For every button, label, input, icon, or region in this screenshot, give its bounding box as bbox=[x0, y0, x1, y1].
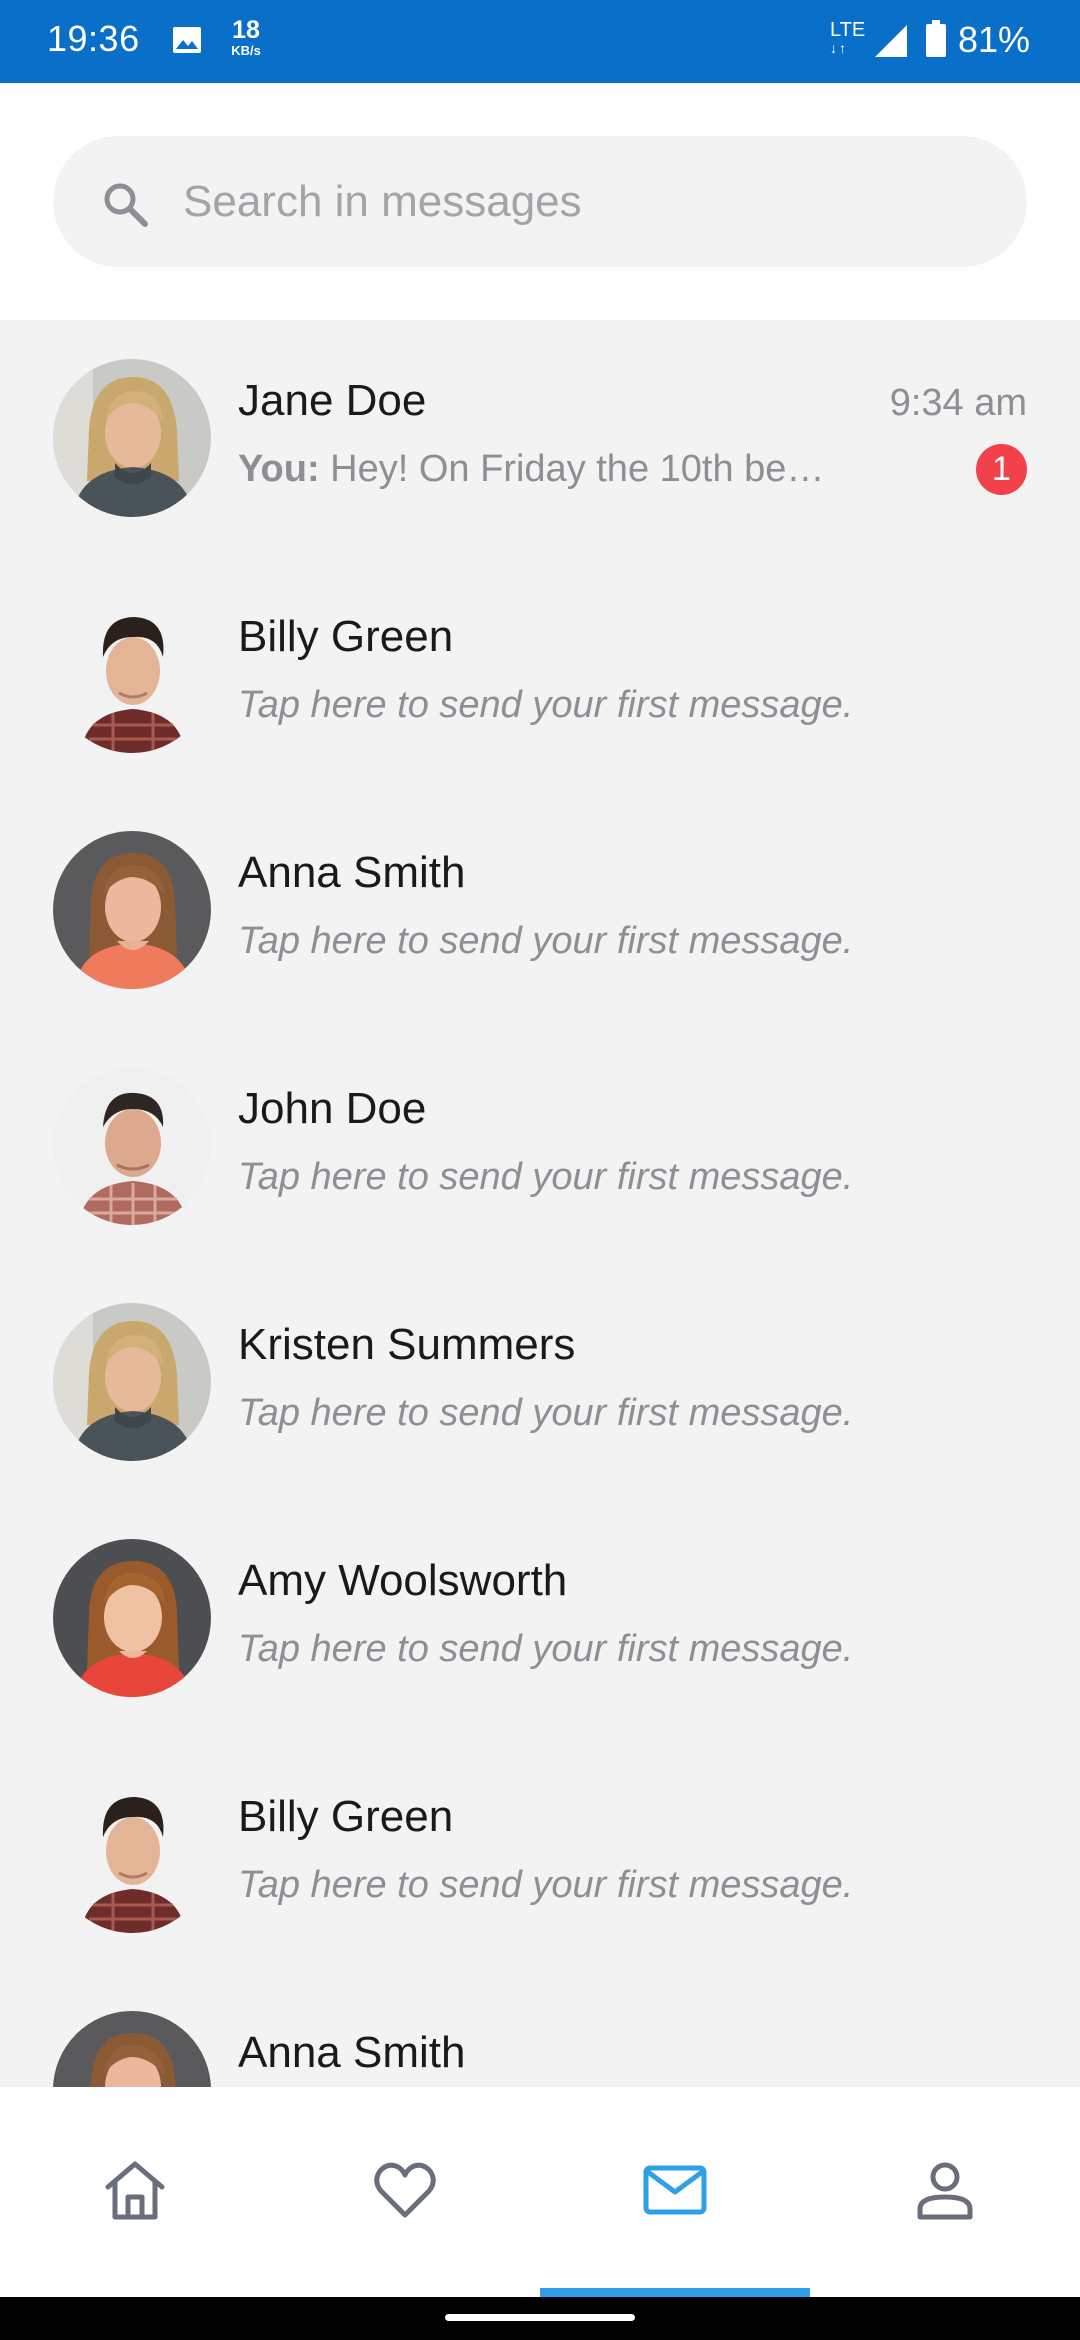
conversation-item[interactable]: Kristen Summers Tap here to send your fi… bbox=[0, 1264, 1080, 1500]
conversation-item[interactable]: Amy Woolsworth Tap here to send your fir… bbox=[0, 1500, 1080, 1736]
message-preview: Tap here to send your first message. bbox=[238, 684, 854, 726]
conversation-item[interactable]: John Doe Tap here to send your first mes… bbox=[0, 1028, 1080, 1264]
network-speed: 18 KB/s bbox=[231, 16, 261, 58]
active-tab-indicator bbox=[540, 2288, 810, 2297]
unread-badge: 1 bbox=[976, 444, 1027, 495]
contact-name: Anna Smith bbox=[238, 848, 466, 897]
message-preview: Tap here to send your first message. bbox=[238, 1864, 854, 1906]
battery-percent: 81% bbox=[958, 19, 1031, 60]
avatar bbox=[53, 1303, 211, 1461]
nav-messages[interactable] bbox=[540, 2087, 810, 2297]
avatar bbox=[53, 595, 211, 753]
avatar bbox=[53, 831, 211, 989]
conversation-item[interactable]: Anna Smith Tap here to send your first m… bbox=[0, 792, 1080, 1028]
mail-icon bbox=[643, 2165, 707, 2215]
search-bar[interactable] bbox=[53, 136, 1027, 267]
message-preview: You: Hey! On Friday the 10th be… bbox=[238, 448, 824, 491]
status-bar: 19:36 18 KB/s LTE ↓↑ 81% bbox=[0, 0, 1080, 83]
message-preview: Tap here to send your first message. bbox=[238, 1392, 854, 1434]
bottom-navigation bbox=[0, 2087, 1080, 2297]
conversation-item[interactable]: Billy Green Tap here to send your first … bbox=[0, 1736, 1080, 1972]
search-header bbox=[0, 83, 1080, 320]
conversation-item[interactable]: Jane Doe 9:34 am You: Hey! On Friday the… bbox=[0, 320, 1080, 556]
battery-icon bbox=[926, 20, 946, 57]
contact-name: Amy Woolsworth bbox=[238, 1556, 568, 1605]
heart-icon bbox=[374, 2162, 436, 2218]
contact-name: Billy Green bbox=[238, 612, 454, 661]
message-time: 9:34 am bbox=[889, 382, 1027, 424]
avatar bbox=[53, 359, 211, 517]
home-gesture-pill[interactable] bbox=[445, 2314, 635, 2321]
contact-name: Billy Green bbox=[238, 1792, 454, 1841]
contact-name: John Doe bbox=[238, 1084, 427, 1133]
message-preview-text: Hey! On Friday the 10th be… bbox=[330, 448, 825, 490]
contact-name: Jane Doe bbox=[238, 376, 427, 425]
avatar bbox=[53, 2011, 211, 2087]
search-icon bbox=[104, 183, 148, 227]
search-input[interactable] bbox=[183, 136, 1003, 267]
message-preview: Tap here to send your first message. bbox=[238, 1156, 854, 1198]
nav-home[interactable] bbox=[0, 2087, 270, 2297]
conversation-item[interactable]: Anna Smith bbox=[0, 1972, 1080, 2087]
avatar bbox=[53, 1539, 211, 1697]
nav-favorites[interactable] bbox=[270, 2087, 540, 2297]
conversation-list[interactable]: Jane Doe 9:34 am You: Hey! On Friday the… bbox=[0, 320, 1080, 2087]
conversation-item[interactable]: Billy Green Tap here to send your first … bbox=[0, 556, 1080, 792]
message-preview: Tap here to send your first message. bbox=[238, 1628, 854, 1670]
signal-icon bbox=[875, 25, 907, 57]
nav-profile[interactable] bbox=[810, 2087, 1080, 2297]
message-preview: Tap here to send your first message. bbox=[238, 920, 854, 962]
image-notification-icon bbox=[173, 27, 201, 53]
profile-icon bbox=[917, 2162, 973, 2220]
network-type: LTE ↓↑ bbox=[830, 19, 866, 56]
system-nav-bar bbox=[0, 2297, 1080, 2340]
home-icon bbox=[105, 2161, 165, 2220]
avatar bbox=[53, 1775, 211, 1933]
contact-name: Anna Smith bbox=[238, 2028, 466, 2077]
avatar bbox=[53, 1067, 211, 1225]
sender-label: You: bbox=[238, 448, 320, 490]
status-time: 19:36 bbox=[47, 18, 140, 59]
contact-name: Kristen Summers bbox=[238, 1320, 576, 1369]
